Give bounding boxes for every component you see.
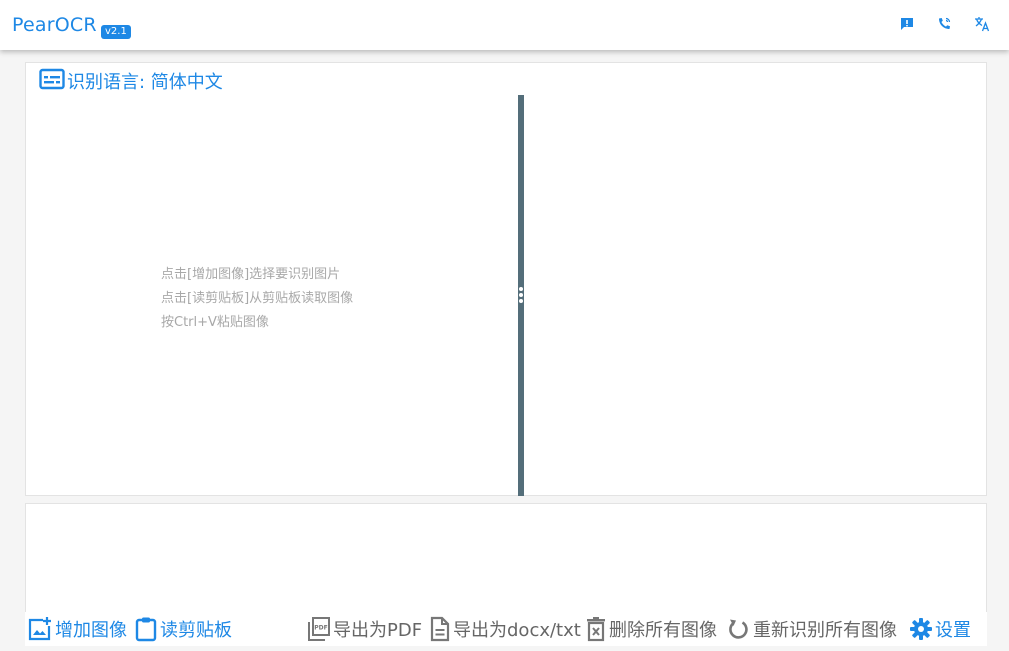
delete-all-images-label: 删除所有图像 — [609, 620, 717, 641]
add-image-icon — [28, 617, 51, 641]
language-bar[interactable]: 识别语言: 简体中文 — [25, 62, 987, 96]
rerecognize-all-label: 重新识别所有图像 — [753, 620, 897, 641]
subtitles-icon — [39, 68, 65, 90]
svg-text:PDF: PDF — [314, 625, 327, 632]
delete-icon — [587, 617, 605, 642]
app-title: PearOCR — [12, 14, 97, 36]
read-clipboard-button[interactable]: 读剪贴板 — [134, 614, 232, 644]
rerecognize-all-button[interactable]: 重新识别所有图像 — [727, 614, 897, 644]
export-pdf-label: 导出为PDF — [333, 620, 423, 641]
gear-icon — [910, 618, 932, 640]
settings-button[interactable]: 设置 — [909, 614, 971, 644]
export-docx-label: 导出为docx/txt — [453, 620, 581, 641]
pdf-icon: PDF — [308, 617, 330, 641]
export-pdf-button[interactable]: PDF 导出为PDF — [307, 614, 422, 644]
clipboard-icon — [135, 617, 157, 642]
add-image-label: 增加图像 — [55, 620, 127, 641]
bottom-toolbar: 增加图像 读剪贴板 PDF 导出为PDF 导出为docx/txt 删除所有图像 … — [25, 612, 987, 646]
preview-pane[interactable] — [524, 95, 986, 495]
work-area: 点击[增加图像]选择要识别图片 点击[读剪贴板]从剪贴板读取图像 按Ctrl+V… — [25, 95, 987, 496]
hint-read-clipboard: 点击[读剪贴板]从剪贴板读取图像 — [161, 291, 354, 306]
export-docx-button[interactable]: 导出为docx/txt — [429, 614, 581, 644]
settings-label: 设置 — [935, 620, 971, 641]
refresh-icon — [729, 619, 748, 639]
splitter-grip-dot — [519, 299, 523, 303]
read-clipboard-label: 读剪贴板 — [160, 620, 232, 641]
delete-all-images-button[interactable]: 删除所有图像 — [585, 614, 717, 644]
app-header: PearOCR v2.1 — [0, 0, 1009, 50]
version-badge: v2.1 — [101, 25, 131, 39]
add-image-button[interactable]: 增加图像 — [27, 614, 127, 644]
phone-icon[interactable] — [934, 14, 954, 34]
splitter-grip-dot — [519, 287, 523, 291]
result-text-area[interactable] — [25, 503, 987, 613]
document-icon — [430, 616, 450, 642]
splitter-grip-dot — [519, 293, 523, 297]
image-pane[interactable]: 点击[增加图像]选择要识别图片 点击[读剪贴板]从剪贴板读取图像 按Ctrl+V… — [26, 95, 518, 495]
feedback-icon[interactable] — [897, 14, 917, 34]
translate-icon[interactable] — [972, 14, 992, 34]
recognition-language-label[interactable]: 识别语言: 简体中文 — [67, 68, 223, 94]
hint-add-image: 点击[增加图像]选择要识别图片 — [161, 267, 341, 282]
hint-paste-shortcut: 按Ctrl+V粘贴图像 — [161, 315, 269, 330]
